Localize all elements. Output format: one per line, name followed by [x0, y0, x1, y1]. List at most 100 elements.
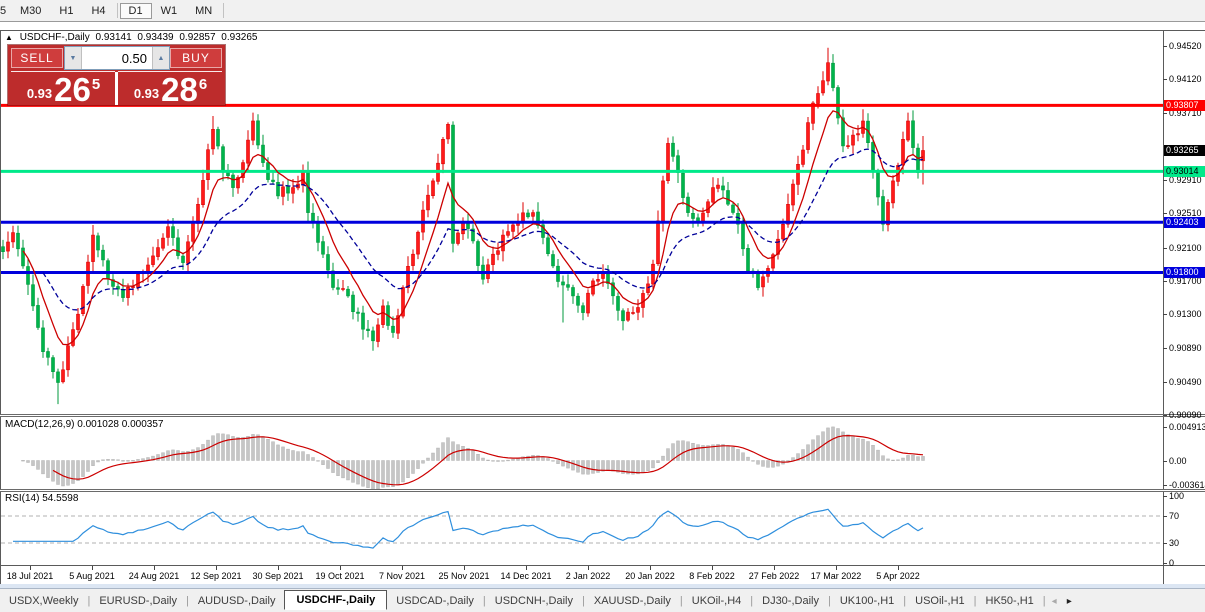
buy-price-big: 28 [161, 75, 198, 105]
date-tick [526, 566, 527, 570]
chart-tab-audusd[interactable]: AUDUSD-,Daily [189, 592, 285, 610]
rsi-label: RSI(14) 54.5598 [5, 493, 78, 504]
date-tick [588, 566, 589, 570]
rsi-axis-label: 100 [1169, 491, 1184, 501]
date-tick [340, 566, 341, 570]
symbol-header: ▲ USDCHF-,Daily 0.93141 0.93439 0.92857 … [5, 32, 260, 43]
ohlc-high: 0.93439 [137, 32, 173, 43]
date-axis-label: 8 Feb 2022 [677, 571, 747, 581]
chart-tab-hk50[interactable]: HK50-,H1 [977, 592, 1043, 610]
date-tick [92, 566, 93, 570]
spinner-down-icon: ▼ [70, 55, 77, 62]
price-axis-label: 0.90490 [1169, 377, 1202, 387]
spinner-up-icon: ▲ [158, 55, 165, 62]
sell-button[interactable]: SELL [11, 48, 63, 68]
price-axis-label: 0.92100 [1169, 243, 1202, 253]
chart-top-border [0, 30, 1205, 31]
price-axis-label: 0.91300 [1169, 309, 1202, 319]
tab-scroll-controls: ◂▸ [1052, 596, 1072, 607]
price-axis-label: 0.94520 [1169, 41, 1202, 51]
date-axis-label: 2 Jan 2022 [553, 571, 623, 581]
date-tick [30, 566, 31, 570]
chart-tab-usdchf[interactable]: USDCHF-,Daily [284, 590, 387, 610]
volume-decrease-button[interactable]: ▼ [65, 47, 82, 69]
date-axis-label: 18 Jul 2021 [0, 571, 65, 581]
sell-price-big: 26 [54, 75, 91, 105]
macd-label: MACD(12,26,9) 0.001028 0.000357 [5, 419, 163, 430]
collapse-quote-panel-icon[interactable]: ▲ [5, 33, 13, 42]
date-axis-label: 17 Mar 2022 [801, 571, 871, 581]
sell-price-sup: 5 [92, 76, 100, 93]
rsi-panel [1, 509, 1163, 548]
date-axis-label: 14 Dec 2021 [491, 571, 561, 581]
price-badge: 0.93014 [1164, 166, 1205, 177]
date-tick [774, 566, 775, 570]
date-axis-label: 24 Aug 2021 [119, 571, 189, 581]
chart-tab-usdcnh[interactable]: USDCNH-,Daily [486, 592, 582, 610]
buy-button[interactable]: BUY [170, 48, 222, 68]
rsi-axis-label: 0 [1169, 558, 1174, 568]
date-axis-label: 12 Sep 2021 [181, 571, 251, 581]
volume-control: ▼ ▲ [64, 46, 170, 70]
rsi-axis-label: 30 [1169, 538, 1179, 548]
chart-tab-eurusd[interactable]: EURUSD-,Daily [90, 592, 186, 610]
date-axis-label: 20 Jan 2022 [615, 571, 685, 581]
rsi-panel-divider[interactable] [0, 489, 1205, 492]
date-tick [154, 566, 155, 570]
buy-price-display[interactable]: 0.93 28 6 [118, 71, 222, 105]
ohlc-low: 0.92857 [179, 32, 215, 43]
tabs-scroll-left-icon[interactable]: ◂ [1052, 596, 1057, 607]
volume-input[interactable] [82, 47, 152, 69]
rsi-line [13, 509, 923, 548]
trading-platform-window: 5M30H1H4D1W1MN ▲ USDCHF-,Daily 0.93141 0… [0, 0, 1205, 612]
price-badge: 0.91800 [1164, 267, 1205, 278]
date-axis-label: 30 Sep 2021 [243, 571, 313, 581]
price-axis-label: 0.90890 [1169, 343, 1202, 353]
macd-axis-label: 0.00 [1169, 456, 1187, 466]
tabs-scroll-right-icon[interactable]: ▸ [1067, 596, 1072, 607]
price-axis-label: 0.90090 [1169, 410, 1202, 420]
macd-axis-label: -0.003614 [1169, 480, 1205, 490]
chart-tab-usoil[interactable]: USOil-,H1 [906, 592, 974, 610]
chart-tab-usdx[interactable]: USDX,Weekly [0, 592, 87, 610]
chart-tab-usdcad[interactable]: USDCAD-,Daily [387, 592, 483, 610]
macd-axis-label: 0.004913 [1169, 422, 1205, 432]
price-badge: 0.92403 [1164, 217, 1205, 228]
date-tick [402, 566, 403, 570]
buy-price-sup: 6 [199, 76, 207, 93]
chart-left-border [0, 31, 1, 586]
sell-price-prefix: 0.93 [27, 86, 52, 101]
date-tick [464, 566, 465, 570]
date-axis-label: 27 Feb 2022 [739, 571, 809, 581]
macd-panel-divider[interactable] [0, 414, 1205, 417]
symbol-name: USDCHF-,Daily [20, 32, 90, 43]
date-tick [216, 566, 217, 570]
date-tick [278, 566, 279, 570]
date-tick [836, 566, 837, 570]
sell-price-display[interactable]: 0.93 26 5 [11, 71, 115, 105]
date-tick [712, 566, 713, 570]
ohlc-open: 0.93141 [95, 32, 131, 43]
date-axis-label: 25 Nov 2021 [429, 571, 499, 581]
chart-tab-xauusd[interactable]: XAUUSD-,Daily [585, 592, 680, 610]
chart-tab-bar: USDX,Weekly|EURUSD-,Daily|AUDUSD-,DailyU… [0, 588, 1205, 612]
date-tick [650, 566, 651, 570]
price-badge: 0.93807 [1164, 100, 1205, 111]
rsi-axis-label: 70 [1169, 511, 1179, 521]
one-click-trading-panel: SELL ▼ ▲ BUY 0.93 26 5 0.93 28 6 [8, 45, 225, 105]
date-axis-separator [0, 565, 1205, 566]
volume-increase-button[interactable]: ▲ [152, 47, 169, 69]
date-axis-label: 5 Apr 2022 [863, 571, 933, 581]
macd-panel [22, 427, 925, 489]
price-axis-separator [1163, 31, 1164, 586]
chart-tab-dj30[interactable]: DJ30-,Daily [753, 592, 828, 610]
price-axis-label: 0.94120 [1169, 74, 1202, 84]
ohlc-close: 0.93265 [221, 32, 257, 43]
tab-separator: | [1043, 595, 1046, 607]
chart-tab-uk100[interactable]: UK100-,H1 [831, 592, 903, 610]
chart-tab-ukoil[interactable]: UKOil-,H4 [683, 592, 751, 610]
date-axis-label: 19 Oct 2021 [305, 571, 375, 581]
price-badge: 0.93265 [1164, 145, 1205, 156]
buy-price-prefix: 0.93 [134, 86, 159, 101]
date-axis-label: 5 Aug 2021 [57, 571, 127, 581]
